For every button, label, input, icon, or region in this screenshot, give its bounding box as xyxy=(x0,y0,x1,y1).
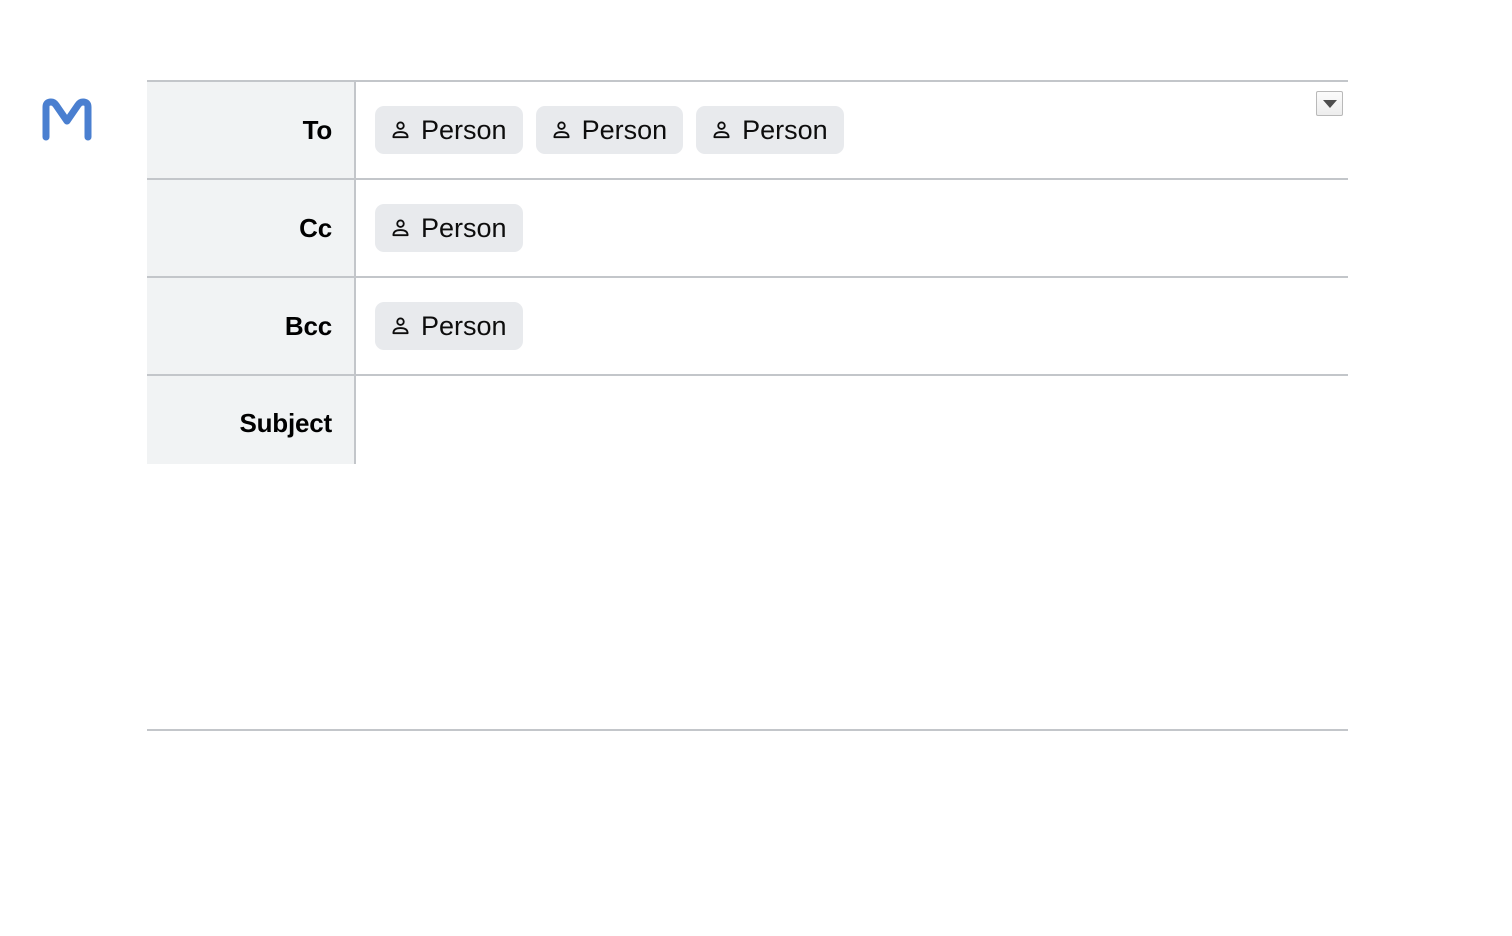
recipient-chip[interactable]: Person xyxy=(375,106,523,154)
chevron-down-icon xyxy=(1322,99,1337,108)
compose-row-cc: Cc Person xyxy=(147,180,1348,278)
cc-field-label: Cc xyxy=(147,180,356,276)
compose-row-bcc: Bcc Person xyxy=(147,278,1348,376)
gmail-m-logo-icon xyxy=(42,98,92,141)
recipient-chip-label: Person xyxy=(742,114,828,145)
person-icon xyxy=(713,121,730,138)
recipient-chip-label: Person xyxy=(421,114,507,145)
subject-input[interactable] xyxy=(375,376,1348,471)
expand-recipients-button[interactable] xyxy=(1316,91,1343,116)
recipient-chip-label: Person xyxy=(581,114,668,145)
recipient-chip[interactable]: Person xyxy=(696,106,844,154)
bcc-field-label: Bcc xyxy=(147,278,356,374)
bcc-field-value[interactable]: Person xyxy=(356,278,1348,374)
person-icon xyxy=(392,219,409,236)
to-field-value[interactable]: Person Person Person xyxy=(356,82,1348,178)
person-icon xyxy=(553,121,570,138)
person-icon xyxy=(392,121,409,138)
compose-row-subject: Subject xyxy=(147,376,1348,473)
message-body-area[interactable] xyxy=(147,464,1348,730)
recipient-chip-label: Person xyxy=(421,310,507,341)
compose-row-to: To Person Person Person xyxy=(147,80,1348,180)
subject-field-label: Subject xyxy=(147,376,356,471)
compose-header-fields: To Person Person Person Cc Person Bcc Pe… xyxy=(147,80,1348,473)
person-icon xyxy=(392,317,409,334)
recipient-chip[interactable]: Person xyxy=(375,204,523,252)
recipient-chip[interactable]: Person xyxy=(535,106,684,154)
message-body-divider xyxy=(147,729,1348,731)
recipient-chip-label: Person xyxy=(421,212,507,243)
cc-field-value[interactable]: Person xyxy=(356,180,1348,276)
to-field-label: To xyxy=(147,82,356,178)
subject-field-value[interactable] xyxy=(356,376,1348,471)
recipient-chip[interactable]: Person xyxy=(375,302,523,350)
